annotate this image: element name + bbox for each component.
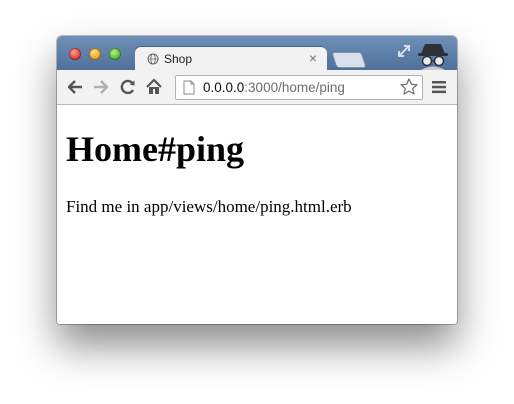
forward-arrow-icon[interactable] xyxy=(92,78,110,96)
maximize-window-button[interactable] xyxy=(109,48,121,60)
fullscreen-icon[interactable] xyxy=(397,44,411,58)
close-window-button[interactable] xyxy=(69,48,81,60)
incognito-icon xyxy=(418,44,448,70)
minimize-window-button[interactable] xyxy=(89,48,101,60)
url-host: 0.0.0.0 xyxy=(203,80,245,95)
url-path: :3000/home/ping xyxy=(244,80,345,95)
page-content: Home#ping Find me in app/views/home/ping… xyxy=(57,105,457,324)
address-bar[interactable]: 0.0.0.0:3000/home/ping xyxy=(175,75,423,100)
globe-icon xyxy=(147,53,159,65)
page-icon xyxy=(183,80,195,95)
page-heading: Home#ping xyxy=(66,129,245,169)
home-icon[interactable] xyxy=(145,78,163,96)
back-arrow-icon[interactable] xyxy=(66,78,84,96)
title-bar: Shop × xyxy=(57,36,457,71)
browser-toolbar: 0.0.0.0:3000/home/ping xyxy=(57,70,457,105)
star-icon[interactable] xyxy=(399,77,419,97)
tab-close-button[interactable]: × xyxy=(309,50,317,66)
browser-window: Shop × 0.0.0.0:3000/home/ping Home#ping … xyxy=(57,36,457,324)
menu-icon[interactable] xyxy=(431,80,447,94)
page-text: Find me in app/views/home/ping.html.erb xyxy=(66,197,352,216)
new-tab-button[interactable] xyxy=(331,52,367,68)
reload-icon[interactable] xyxy=(119,78,137,96)
browser-tab[interactable]: Shop × xyxy=(135,47,327,71)
url-text: 0.0.0.0:3000/home/ping xyxy=(203,80,345,95)
tab-title: Shop xyxy=(164,52,193,66)
